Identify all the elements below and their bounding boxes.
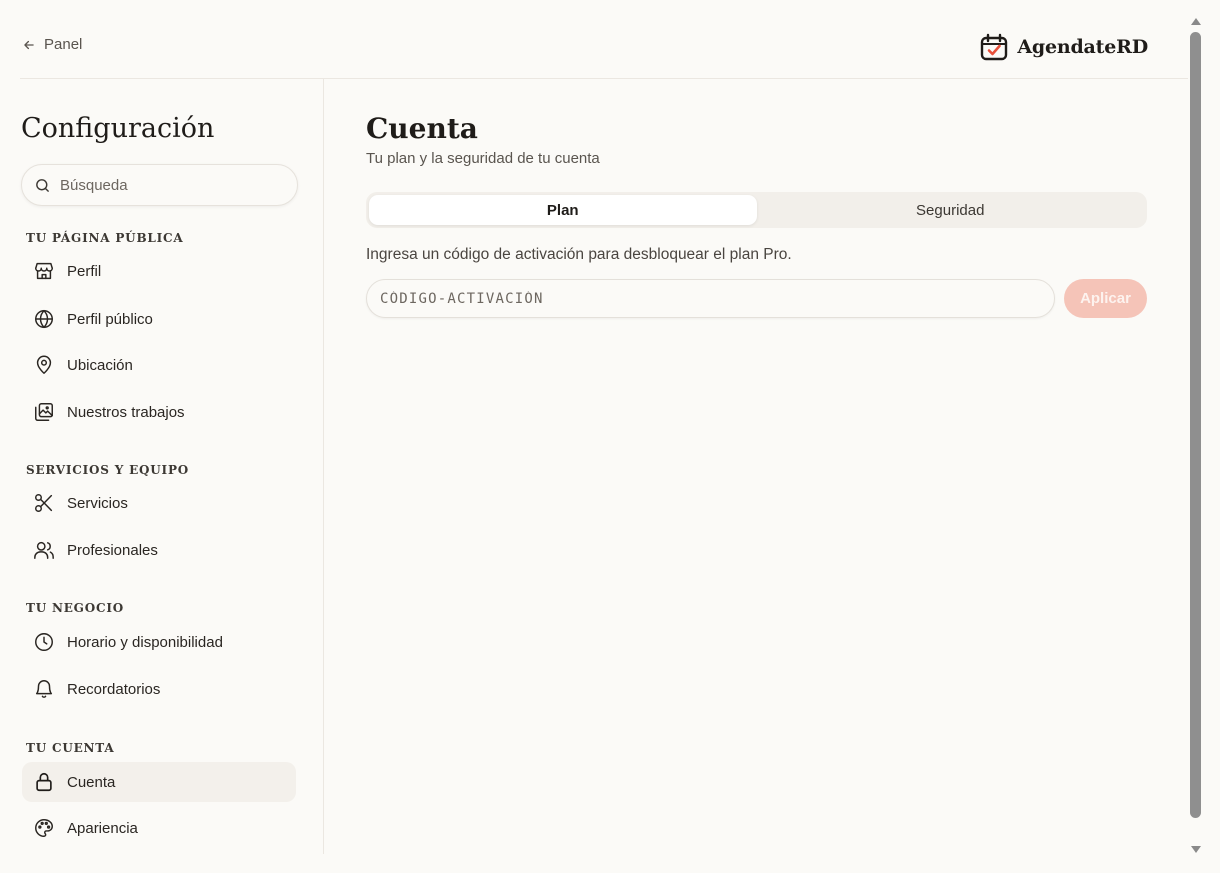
brand-logo[interactable]: AgendateRD [979,32,1148,62]
search-icon [36,178,49,192]
sidebar-item-cuenta[interactable]: Cuenta [22,762,296,802]
sidebar-item-label: Perfil público [67,310,153,328]
palette-icon [35,819,53,837]
section-label-account: TU CUENTA [26,741,115,755]
activation-code-input[interactable] [366,279,1055,318]
sidebar-item-label: Servicios [67,494,128,512]
settings-sidebar: Configuración TU PÁGINA PÚBLICA Perfil P… [0,79,324,854]
top-bar: Panel AgendateRD [0,0,1188,80]
globe-icon [35,309,53,329]
section-label-public-page: TU PÁGINA PÚBLICA [26,231,184,245]
sidebar-item-ubicacion[interactable]: Ubicación [22,345,296,385]
sidebar-item-label: Recordatorios [67,680,161,698]
sidebar-item-label: Horario y disponibilidad [67,633,223,651]
sidebar-item-recordatorios[interactable]: Recordatorios [22,669,296,709]
search-box[interactable] [21,164,298,206]
scroll-up-arrow-icon[interactable] [1191,18,1201,25]
sidebar-item-nuestros-trabajos[interactable]: Nuestros trabajos [22,392,296,432]
arrow-left-icon [24,40,34,49]
sidebar-item-servicios[interactable]: Servicios [22,483,296,523]
search-input[interactable] [60,176,280,194]
sidebar-item-profesionales[interactable]: Profesionales [22,530,296,570]
sidebar-item-label: Profesionales [67,541,158,559]
tab-plan[interactable]: Plan [369,195,757,225]
clock-icon [35,633,53,651]
store-icon [35,262,53,280]
bell-icon [35,680,53,698]
account-tabs: Plan Seguridad [366,192,1147,228]
back-to-panel-link[interactable]: Panel [22,36,82,53]
scrollbar-thumb[interactable] [1190,32,1201,818]
sidebar-item-label: Perfil [67,262,102,280]
brand-name: AgendateRD [1017,36,1148,58]
section-label-business: TU NEGOCIO [26,601,125,615]
images-icon [35,403,53,421]
sidebar-item-label: Nuestros trabajos [67,403,185,421]
sidebar-item-label: Cuenta [67,773,116,791]
apply-button[interactable]: Aplicar [1064,279,1147,318]
page-subtitle: Tu plan y la seguridad de tu cuenta [366,150,600,167]
tab-seguridad[interactable]: Seguridad [757,195,1145,225]
activation-instructions: Ingresa un código de activación para des… [366,246,792,263]
page-scrollbar[interactable] [1188,0,1204,873]
sidebar-item-label: Ubicación [67,356,133,374]
map-pin-icon [36,355,52,374]
sidebar-item-horario[interactable]: Horario y disponibilidad [22,622,296,662]
calendar-check-icon [981,33,1008,61]
sidebar-item-apariencia[interactable]: Apariencia [22,808,296,848]
scissors-icon [35,494,53,512]
lock-icon [36,772,52,792]
sidebar-title: Configuración [21,113,215,144]
back-link-label: Panel [44,36,83,53]
section-label-services-team: SERVICIOS Y EQUIPO [26,463,190,477]
scroll-down-arrow-icon[interactable] [1191,846,1201,853]
sidebar-item-label: Apariencia [67,819,138,837]
page-title: Cuenta [366,112,478,145]
sidebar-item-perfil-publico[interactable]: Perfil público [22,299,296,339]
users-icon [34,541,54,559]
sidebar-item-perfil[interactable]: Perfil [22,251,296,291]
